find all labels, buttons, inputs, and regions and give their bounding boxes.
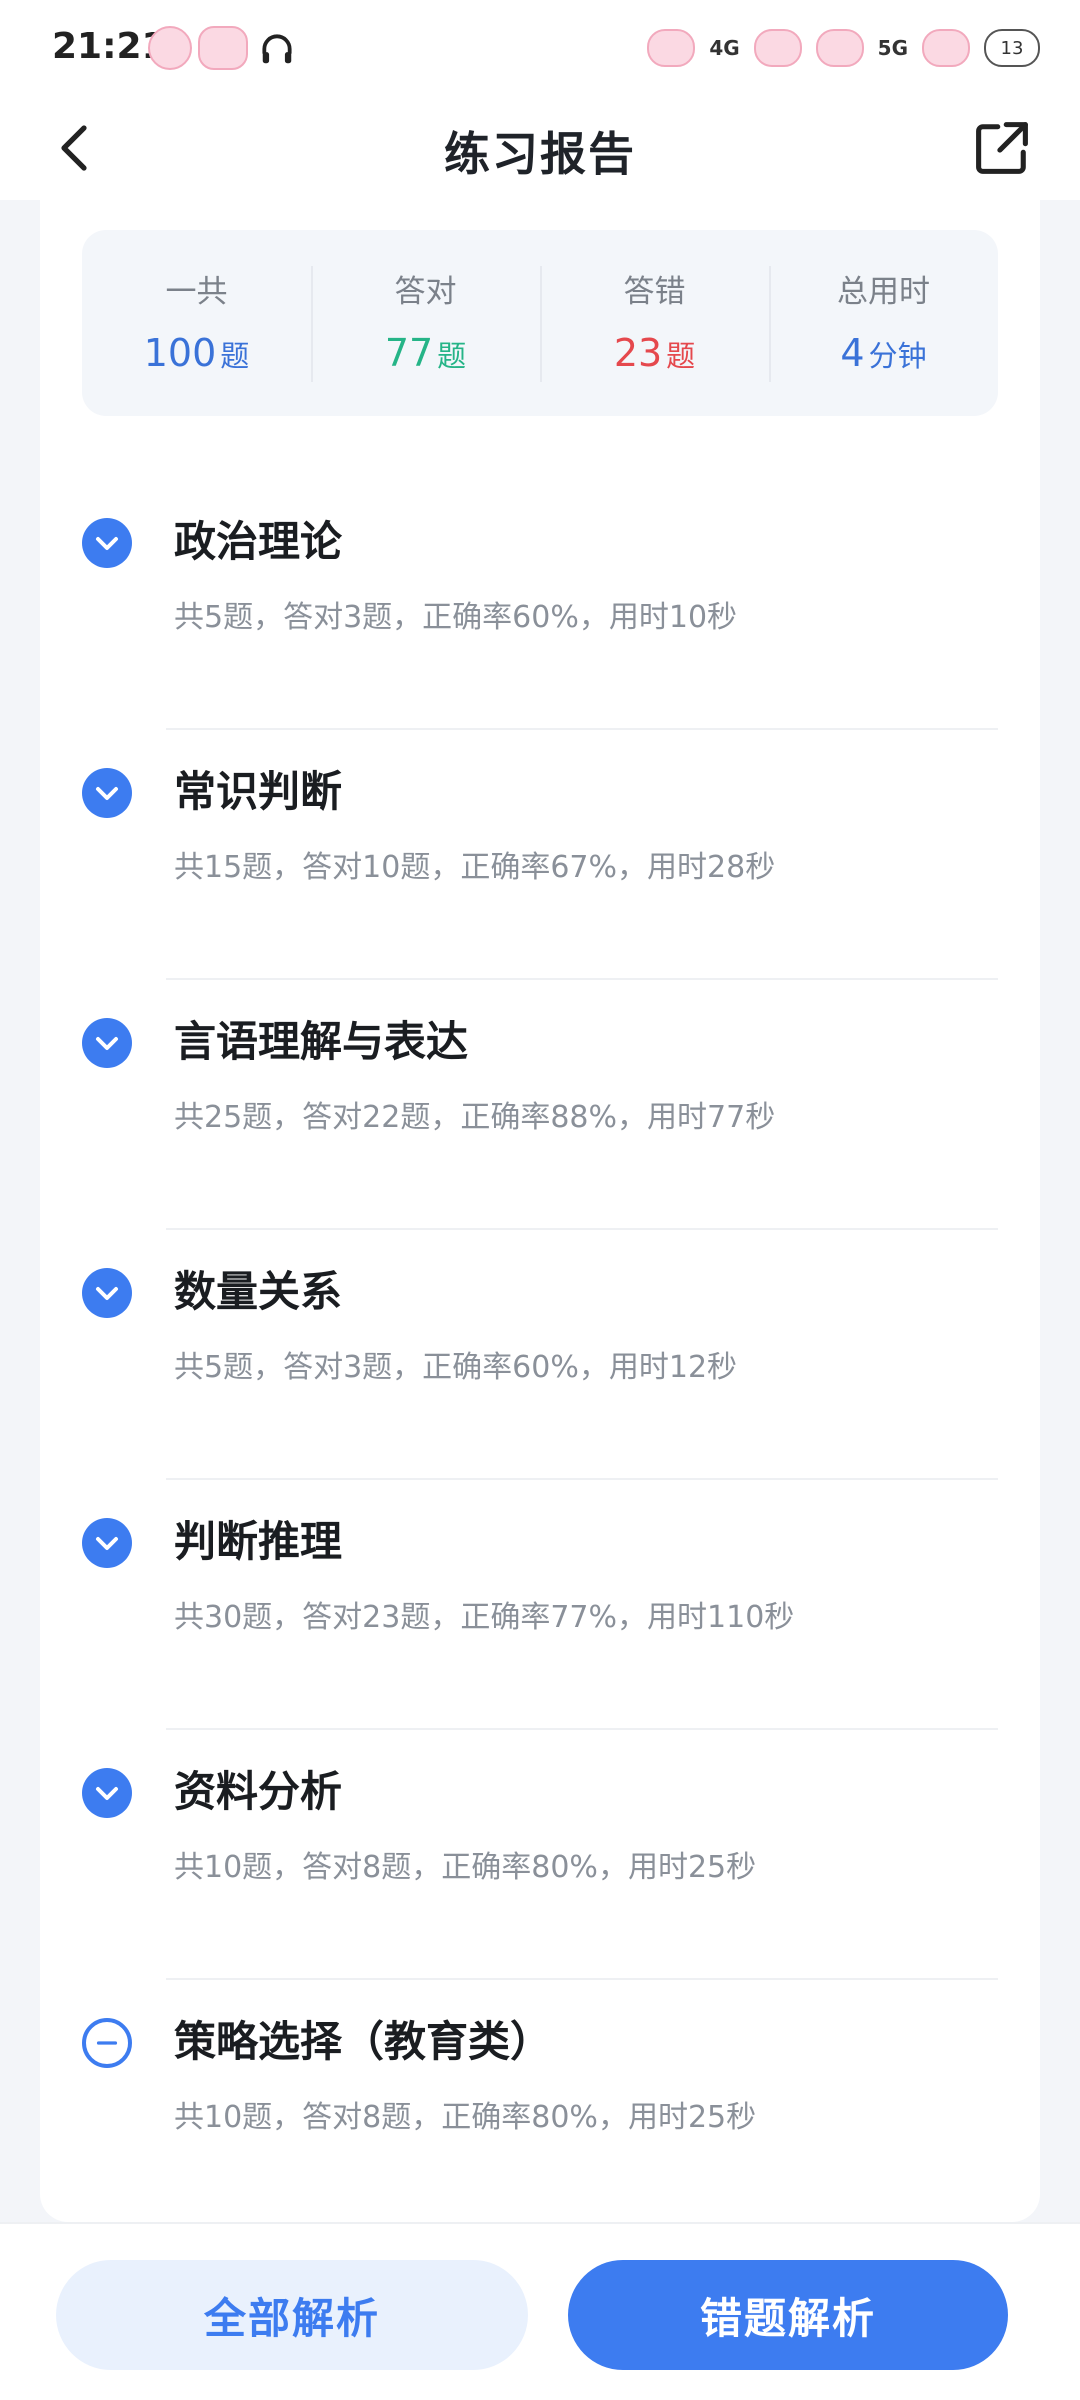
headphones-icon xyxy=(262,34,292,64)
section-title: 策略选择（教育类） xyxy=(174,2017,553,2066)
section-quantitative[interactable]: 数量关系 共5题，答对3题，正确率60%，用时12秒 xyxy=(40,1230,1040,1480)
signal-icon xyxy=(922,29,970,67)
sticker-icon xyxy=(148,26,192,70)
section-stats: 共10题，答对8题，正确率80%，用时25秒 xyxy=(174,2100,757,2135)
summary-label: 答错 xyxy=(623,274,686,310)
signal-icon xyxy=(753,29,802,67)
page-title: 练习报告 xyxy=(444,127,636,181)
chevron-down-icon[interactable] xyxy=(82,1518,132,1568)
signal-icon xyxy=(815,29,864,67)
summary-panel: 一共 100 题 答对 77 题 答错 23 题 总用时 4 分钟 xyxy=(82,230,998,416)
summary-value: 23 题 xyxy=(540,329,769,380)
chevron-down-icon[interactable] xyxy=(82,1018,132,1068)
section-stats: 共25题，答对22题，正确率88%，用时77秒 xyxy=(174,1100,776,1135)
section-strategy[interactable]: 策略选择（教育类） 共10题，答对8题，正确率80%，用时25秒 xyxy=(40,1980,1040,2230)
section-title: 言语理解与表达 xyxy=(174,1017,469,1066)
section-title: 判断推理 xyxy=(174,1517,343,1566)
section-title: 资料分析 xyxy=(174,1767,343,1816)
status-bar: 21:21 4G 5G 13 xyxy=(0,0,1080,96)
section-reasoning[interactable]: 判断推理 共30题，答对23题，正确率77%，用时110秒 xyxy=(40,1480,1040,1730)
chevron-down-icon[interactable] xyxy=(82,1268,132,1318)
all-analysis-button[interactable]: 全部解析 xyxy=(56,2260,528,2370)
section-title: 常识判断 xyxy=(174,767,343,816)
battery-icon: 13 xyxy=(984,29,1040,67)
section-common-sense[interactable]: 常识判断 共15题，答对10题，正确率67%，用时28秒 xyxy=(40,730,1040,980)
summary-time: 总用时 4 分钟 xyxy=(769,230,998,416)
summary-wrong: 答错 23 题 xyxy=(540,230,769,416)
summary-label: 一共 xyxy=(165,274,228,310)
summary-unit: 题 xyxy=(437,339,467,373)
chevron-down-icon[interactable] xyxy=(82,1768,132,1818)
bottom-action-bar: 全部解析 错题解析 xyxy=(0,2222,1080,2400)
summary-value: 77 题 xyxy=(311,329,540,380)
summary-unit: 题 xyxy=(666,339,696,373)
summary-number: 23 xyxy=(613,331,663,375)
section-politics[interactable]: 政治理论 共5题，答对3题，正确率60%，用时10秒 xyxy=(40,480,1040,730)
section-stats: 共5题，答对3题，正确率60%，用时10秒 xyxy=(174,600,738,635)
header: 练习报告 xyxy=(0,96,1080,200)
sticker-icon xyxy=(647,29,696,67)
summary-value: 4 分钟 xyxy=(769,329,998,380)
report-card: 一共 100 题 答对 77 题 答错 23 题 总用时 4 分钟 政治理论 共5题，答… xyxy=(40,200,1040,2222)
wrong-analysis-button[interactable]: 错题解析 xyxy=(568,2260,1008,2370)
chevron-down-icon[interactable] xyxy=(82,768,132,818)
section-stats: 共10题，答对8题，正确率80%，用时25秒 xyxy=(174,1850,757,1885)
summary-correct: 答对 77 题 xyxy=(311,230,540,416)
section-stats: 共5题，答对3题，正确率60%，用时12秒 xyxy=(174,1350,738,1385)
minus-circle-icon[interactable] xyxy=(82,2018,132,2068)
summary-label: 答对 xyxy=(394,274,457,310)
status-icons: 4G 5G 13 xyxy=(647,24,1040,72)
summary-number: 77 xyxy=(384,331,434,375)
network-4g-label: 4G xyxy=(709,36,740,60)
summary-value: 100 题 xyxy=(82,329,311,380)
section-title: 政治理论 xyxy=(174,517,343,566)
chevron-down-icon[interactable] xyxy=(82,518,132,568)
section-stats: 共15题，答对10题，正确率67%，用时28秒 xyxy=(174,850,776,885)
summary-unit: 分钟 xyxy=(868,339,927,373)
summary-unit: 题 xyxy=(220,339,250,373)
sticker-icon xyxy=(198,26,248,70)
section-verbal[interactable]: 言语理解与表达 共25题，答对22题，正确率88%，用时77秒 xyxy=(40,980,1040,1230)
share-icon[interactable] xyxy=(968,114,1036,182)
summary-number: 4 xyxy=(840,331,865,375)
summary-number: 100 xyxy=(143,331,217,375)
section-title: 数量关系 xyxy=(174,1267,343,1316)
summary-total: 一共 100 题 xyxy=(82,230,311,416)
network-5g-label: 5G xyxy=(877,36,908,60)
section-stats: 共30题，答对23题，正确率77%，用时110秒 xyxy=(174,1600,795,1635)
summary-label: 总用时 xyxy=(837,274,930,310)
section-data-analysis[interactable]: 资料分析 共10题，答对8题，正确率80%，用时25秒 xyxy=(40,1730,1040,1980)
